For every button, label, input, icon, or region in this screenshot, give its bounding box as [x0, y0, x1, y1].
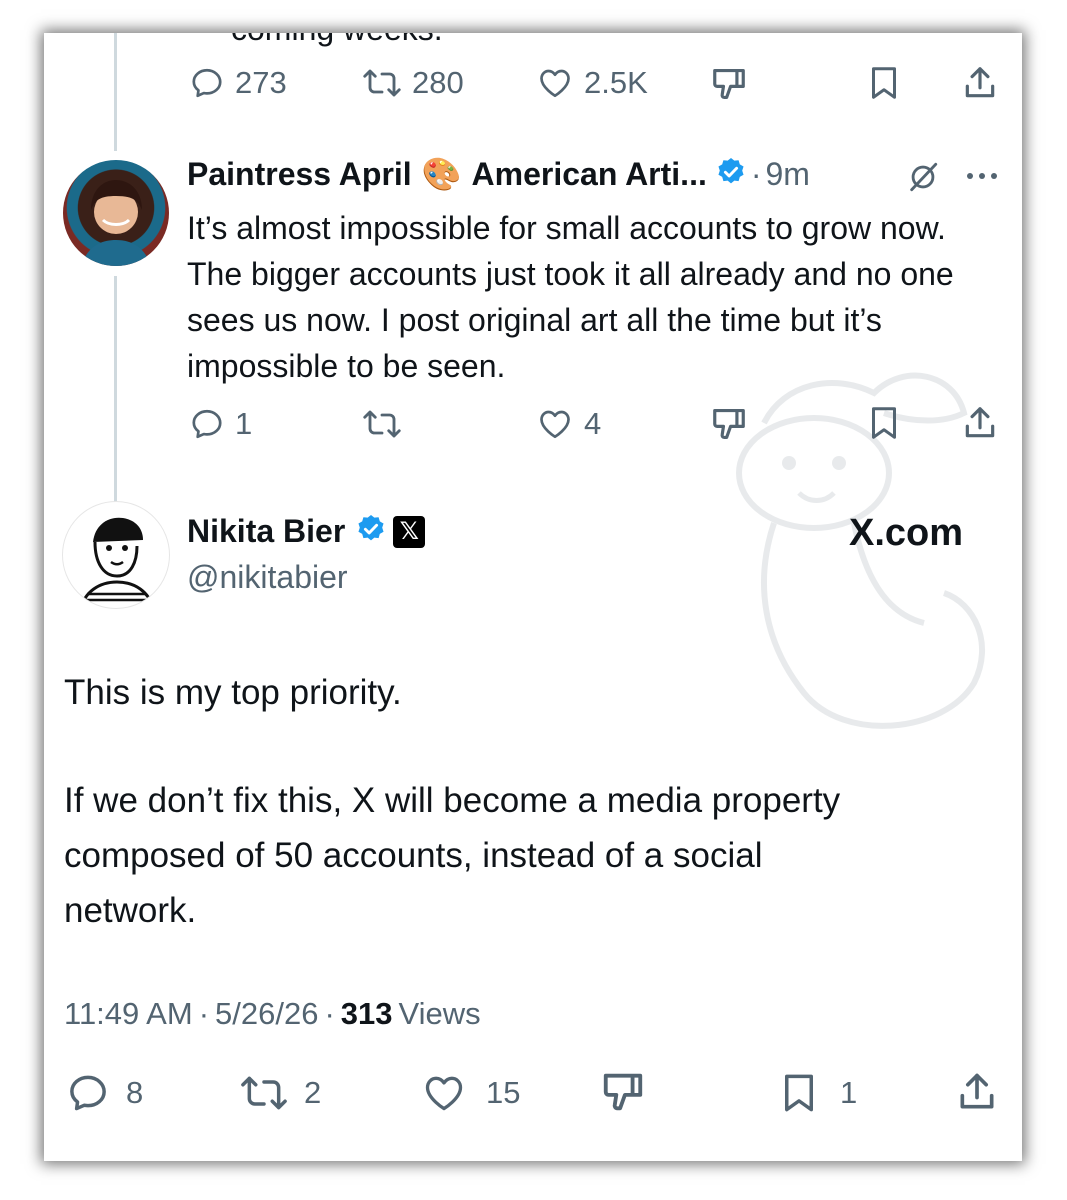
verified-badge-icon — [355, 513, 387, 550]
reply-icon — [189, 406, 225, 442]
share-icon — [955, 1069, 999, 1115]
share-button[interactable] — [955, 1069, 999, 1115]
reply-icon — [66, 1071, 110, 1115]
snake-watermark-image — [704, 353, 1022, 778]
bookmark-icon — [778, 1069, 820, 1117]
post-text-line: If we don’t fix this, X will become a me… — [64, 781, 841, 820]
views-label: Views — [398, 996, 481, 1031]
thumbs-down-icon — [600, 1069, 646, 1115]
reply-header: Paintress April 🎨 American Arti... · 9m — [187, 155, 810, 193]
heart-icon — [536, 406, 574, 442]
share-button[interactable] — [961, 63, 999, 103]
author-handle[interactable]: @nikitabier — [187, 559, 348, 596]
bookmark-icon — [866, 63, 902, 103]
more-options-icon[interactable] — [964, 161, 1000, 196]
like-button[interactable]: 15 — [420, 1071, 520, 1115]
author-name[interactable]: Nikita Bier — [187, 513, 345, 550]
dislike-button[interactable] — [600, 1069, 646, 1115]
repost-button[interactable]: 2 — [240, 1071, 321, 1115]
post-text-line: This is my top priority. — [64, 673, 402, 712]
views-count: 313 — [340, 996, 393, 1031]
main-post-header: Nikita Bier 𝕏 — [187, 513, 426, 550]
heart-icon — [420, 1071, 468, 1115]
author-name[interactable]: Paintress April — [187, 156, 412, 193]
post-date[interactable]: 5/26/26 — [215, 996, 318, 1032]
repost-count: 280 — [412, 65, 464, 100]
repost-count: 2 — [304, 1075, 322, 1110]
separator-dot: · — [750, 155, 762, 192]
like-count: 15 — [486, 1075, 521, 1110]
verified-badge-icon — [715, 156, 747, 193]
bookmark-button[interactable] — [866, 63, 902, 103]
thread-line — [114, 276, 117, 526]
repost-button[interactable]: 280 — [362, 65, 464, 101]
separator-dot: · — [198, 996, 210, 1031]
reply-button[interactable]: 273 — [189, 65, 287, 101]
reply-icon — [189, 65, 225, 101]
dislike-button[interactable] — [710, 65, 748, 103]
x-com-watermark: X.com — [849, 512, 964, 554]
repost-icon — [362, 406, 402, 442]
post-time[interactable]: 9m — [766, 156, 810, 193]
grok-icon[interactable] — [906, 160, 940, 199]
palette-emoji: 🎨 — [421, 156, 462, 192]
reply-count: 273 — [235, 65, 287, 100]
like-count: 4 — [584, 406, 602, 441]
like-button[interactable]: 4 — [536, 406, 601, 442]
previous-post-text: coming weeks. — [231, 33, 443, 48]
reply-count: 1 — [235, 406, 253, 441]
reply-count: 8 — [126, 1075, 144, 1110]
reply-button[interactable]: 1 — [189, 406, 252, 442]
x-affiliate-badge-icon: 𝕏 — [393, 515, 426, 548]
bookmark-button[interactable]: 1 — [778, 1069, 857, 1117]
like-count: 2.5K — [584, 65, 648, 100]
post-text-line: network. — [64, 891, 197, 930]
separator-dot: · — [324, 996, 335, 1031]
repost-icon — [240, 1071, 288, 1115]
avatar[interactable] — [62, 501, 170, 609]
author-name-suffix[interactable]: American Arti... — [472, 156, 707, 193]
post-thread-card: coming weeks. 273 280 2.5K — [44, 33, 1022, 1161]
repost-icon — [362, 65, 402, 101]
post-meta: 11:49 AM · 5/26/26 · 313 Views — [64, 996, 481, 1032]
avatar[interactable] — [63, 160, 169, 266]
share-icon — [961, 63, 999, 103]
repost-button[interactable] — [362, 406, 412, 442]
bookmark-count: 1 — [840, 1075, 858, 1110]
post-text-line: composed of 50 accounts, instead of a so… — [64, 836, 763, 875]
thread-line — [114, 33, 117, 151]
thumbs-down-icon — [710, 65, 748, 103]
like-button[interactable]: 2.5K — [536, 65, 648, 101]
reply-button[interactable]: 8 — [66, 1071, 143, 1115]
post-time[interactable]: 11:49 AM — [64, 996, 193, 1032]
heart-icon — [536, 65, 574, 101]
